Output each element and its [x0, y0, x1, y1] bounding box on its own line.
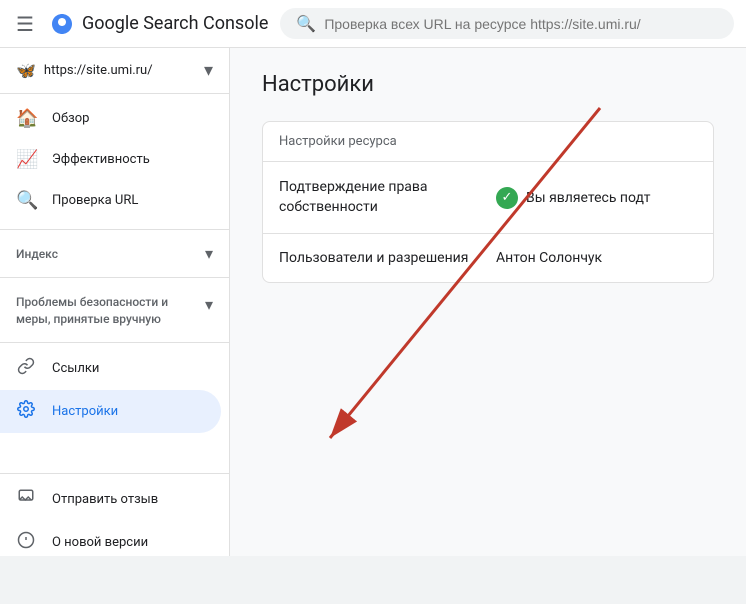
header: ☰ Google Search Console 🔍 — [0, 0, 746, 48]
search-icon: 🔍 — [296, 14, 316, 33]
divider-1 — [0, 229, 229, 230]
sidebar-item-overview[interactable]: 🏠 Обзор — [0, 98, 221, 139]
sidebar-item-performance[interactable]: 📈 Эффективность — [0, 139, 221, 180]
index-section-title: Индекс — [16, 247, 58, 261]
main-content: Настройки Настройки ресурса Подтверждени… — [230, 48, 746, 556]
menu-icon[interactable]: ☰ — [12, 8, 38, 40]
ownership-status: Вы являетесь подт — [526, 190, 651, 206]
sidebar-item-performance-label: Эффективность — [52, 152, 150, 167]
settings-card: Настройки ресурса Подтверждение права со… — [262, 121, 714, 283]
page-title: Настройки — [262, 72, 714, 97]
sidebar-item-url-label: Проверка URL — [52, 193, 138, 208]
main-nav: 🏠 Обзор 📈 Эффективность 🔍 Проверка URL — [0, 94, 229, 225]
search-bar[interactable]: 🔍 — [280, 8, 734, 39]
feedback-icon — [16, 488, 36, 511]
search-input[interactable] — [324, 16, 718, 32]
settings-row-users[interactable]: Пользователи и разрешения Антон Солончук — [263, 234, 713, 282]
app-title: Google Search Console — [82, 13, 268, 34]
index-section-header[interactable]: Индекс ▾ — [0, 234, 229, 273]
sidebar-item-feedback[interactable]: Отправить отзыв — [0, 478, 221, 521]
sidebar-item-settings-label: Настройки — [52, 404, 118, 419]
divider-3 — [0, 342, 229, 343]
security-chevron-icon: ▾ — [205, 295, 213, 314]
sidebar-bottom-divider — [0, 473, 229, 474]
ownership-value: ✓ Вы являетесь подт — [496, 187, 697, 209]
sidebar-item-url-inspection[interactable]: 🔍 Проверка URL — [0, 180, 221, 221]
performance-icon: 📈 — [16, 149, 36, 170]
ownership-label: Подтверждение права собственности — [279, 178, 480, 217]
sidebar-item-links-label: Ссылки — [52, 361, 99, 376]
sidebar-item-overview-label: Обзор — [52, 111, 89, 126]
site-favicon-icon: 🦋 — [16, 61, 36, 80]
users-label: Пользователи и разрешения — [279, 250, 480, 266]
home-icon: 🏠 — [16, 108, 36, 129]
layout: 🦋 https://site.umi.ru/ ▾ 🏠 Обзор 📈 Эффек… — [0, 48, 746, 556]
sidebar-item-settings[interactable]: Настройки — [0, 390, 221, 433]
new-version-icon — [16, 531, 36, 554]
links-icon — [16, 357, 36, 380]
sidebar-item-new-version[interactable]: О новой версии — [0, 521, 221, 556]
divider-2 — [0, 277, 229, 278]
site-url: https://site.umi.ru/ — [44, 63, 196, 78]
settings-row-ownership: Подтверждение права собственности ✓ Вы я… — [263, 162, 713, 234]
index-chevron-icon: ▾ — [205, 244, 213, 263]
url-inspection-icon: 🔍 — [16, 190, 36, 211]
google-search-console-logo-icon — [50, 12, 74, 36]
sidebar-item-links[interactable]: Ссылки — [0, 347, 221, 390]
users-name: Антон Солончук — [496, 250, 602, 266]
sidebar-item-new-version-label: О новой версии — [52, 535, 148, 550]
security-section-title: Проблемы безопасности и меры, принятые в… — [16, 294, 205, 328]
dropdown-icon: ▾ — [204, 60, 213, 81]
logo: Google Search Console — [50, 12, 268, 36]
sidebar-item-feedback-label: Отправить отзыв — [52, 492, 158, 507]
users-value: Антон Солончук — [496, 250, 697, 266]
security-section-header[interactable]: Проблемы безопасности и меры, принятые в… — [0, 282, 229, 338]
settings-icon — [16, 400, 36, 423]
site-selector[interactable]: 🦋 https://site.umi.ru/ ▾ — [0, 48, 229, 94]
sidebar: 🦋 https://site.umi.ru/ ▾ 🏠 Обзор 📈 Эффек… — [0, 48, 230, 556]
settings-card-header: Настройки ресурса — [263, 122, 713, 162]
check-icon: ✓ — [496, 187, 518, 209]
